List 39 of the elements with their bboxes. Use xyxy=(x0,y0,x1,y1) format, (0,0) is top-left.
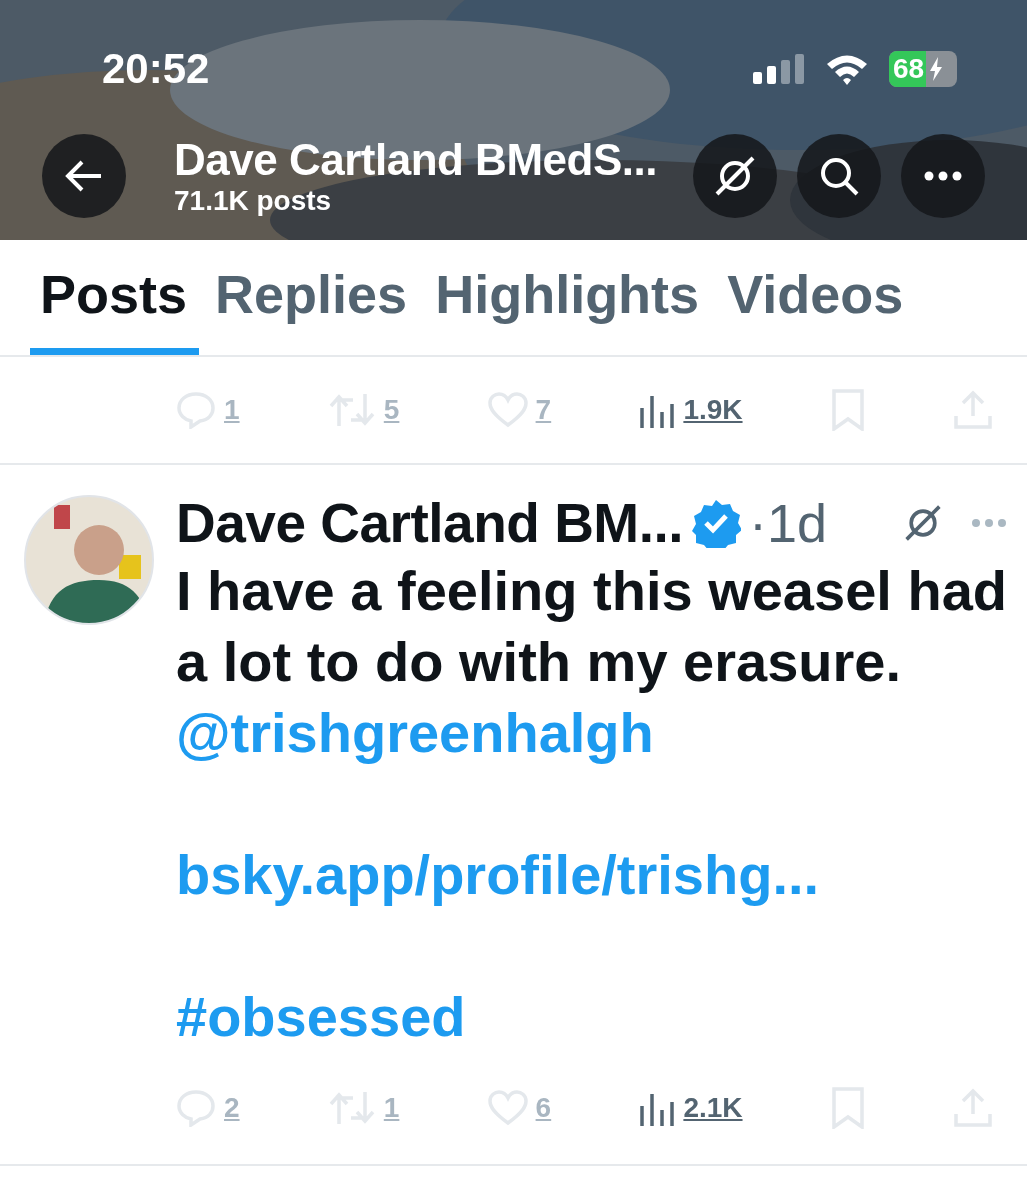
hashtag-link[interactable]: #obsessed xyxy=(176,985,466,1048)
profile-tab[interactable]: Replies xyxy=(205,240,420,355)
repost-count[interactable]: 5 xyxy=(383,394,400,426)
status-time: 20:52 xyxy=(102,45,210,93)
bookmark-icon[interactable] xyxy=(830,389,865,431)
views-count[interactable]: 2.1K xyxy=(683,1092,743,1124)
url-link[interactable]: bsky.app/profile/trishg... xyxy=(176,843,820,906)
post-time: ·1d xyxy=(749,492,828,554)
post-text: I have a feeling this weasel had a lot to do with my erasure. xyxy=(176,558,1007,695)
back-arrow-icon xyxy=(65,159,103,193)
like-count[interactable]: 6 xyxy=(535,1092,552,1124)
views-count[interactable]: 1.9K xyxy=(683,394,743,426)
heart-icon[interactable] xyxy=(487,392,528,428)
heart-icon[interactable] xyxy=(487,1090,528,1126)
reply-icon[interactable] xyxy=(176,391,216,429)
wifi-icon xyxy=(825,53,869,85)
like-count[interactable]: 7 xyxy=(535,394,552,426)
author-name[interactable]: Dave Cartland BM... xyxy=(176,491,683,555)
repost-count[interactable]: 1 xyxy=(383,1092,400,1124)
profile-tab[interactable]: Videos xyxy=(717,240,916,355)
bookmark-icon[interactable] xyxy=(830,1087,865,1129)
share-icon[interactable] xyxy=(953,390,993,430)
post-count: 71.1K posts xyxy=(174,185,333,217)
mention-link[interactable]: @trishgreenhalgh xyxy=(176,701,654,764)
profile-tab[interactable]: Posts xyxy=(30,240,200,355)
more-icon[interactable] xyxy=(971,518,1007,528)
reply-count[interactable]: 2 xyxy=(224,1092,240,1124)
more-icon xyxy=(923,171,963,181)
battery-icon: 68 xyxy=(889,51,957,87)
repost-icon[interactable] xyxy=(327,1090,376,1126)
slashed-circle-icon xyxy=(713,154,757,198)
repost-icon[interactable] xyxy=(327,392,376,428)
share-icon[interactable] xyxy=(953,1088,993,1128)
profile-tab[interactable]: Highlights xyxy=(425,240,712,355)
signal-icon xyxy=(753,54,805,84)
grok-icon[interactable] xyxy=(903,503,943,543)
reply-icon[interactable] xyxy=(176,1089,216,1127)
reply-count[interactable]: 1 xyxy=(224,394,240,426)
profile-name: Dave Cartland BMedS... xyxy=(174,135,658,185)
